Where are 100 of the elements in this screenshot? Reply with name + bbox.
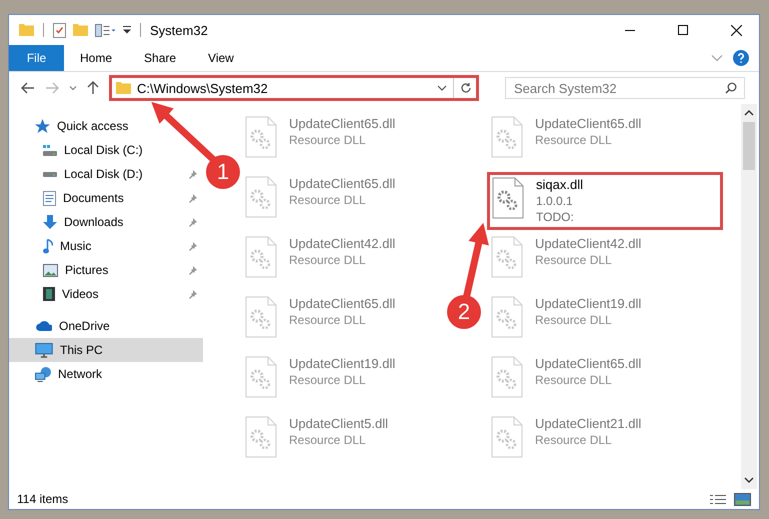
- ribbon-tab[interactable]: Share: [128, 45, 192, 71]
- file-name: UpdateClient19.dll: [289, 356, 396, 371]
- back-arrow-icon[interactable]: [21, 82, 35, 94]
- file-detail: Resource DLL: [289, 313, 367, 327]
- large-icons-view-icon[interactable]: [734, 492, 751, 506]
- dll-file-icon: [245, 116, 277, 158]
- file-detail: Resource DLL: [289, 433, 367, 447]
- item-count: 114 items: [17, 492, 68, 506]
- sidebar-item[interactable]: Documents: [9, 186, 124, 210]
- customize-icon[interactable]: [123, 26, 131, 34]
- scroll-up-icon[interactable]: [744, 110, 754, 116]
- computer-icon: [35, 342, 53, 358]
- scrollbar[interactable]: [741, 104, 757, 489]
- film-icon: [43, 287, 55, 301]
- sidebar-item[interactable]: OneDrive: [9, 314, 116, 338]
- pin-icon[interactable]: [188, 242, 197, 250]
- dll-file-icon: [245, 356, 277, 398]
- search-field[interactable]: Search System32: [505, 77, 745, 99]
- file-name: UpdateClient65.dll: [535, 116, 642, 131]
- file-item[interactable]: UpdateClient65.dll Resource DLL: [241, 292, 437, 350]
- dll-file-icon: [491, 356, 523, 398]
- file-name: UpdateClient5.dll: [289, 416, 388, 431]
- step-badge: 1: [206, 155, 240, 189]
- sidebar-item[interactable]: This PC: [9, 338, 203, 362]
- network-icon: [35, 366, 51, 382]
- dll-file-icon: [492, 177, 524, 219]
- star-icon: [35, 119, 50, 133]
- file-item[interactable]: UpdateClient65.dll Resource DLL: [487, 112, 683, 170]
- pin-icon[interactable]: [188, 170, 197, 178]
- pin-icon[interactable]: [188, 218, 197, 226]
- file-detail: Resource DLL: [535, 313, 613, 327]
- search-icon: [725, 82, 737, 94]
- chevron-down-icon[interactable]: [69, 86, 77, 90]
- close-icon: [730, 24, 742, 36]
- ribbon-tab[interactable]: Home: [64, 45, 128, 71]
- sidebar-item[interactable]: Downloads: [9, 210, 124, 234]
- folder-icon: [116, 82, 131, 94]
- sidebar-item[interactable]: Local Disk (C:): [9, 138, 143, 162]
- drive-icon: [43, 172, 57, 176]
- checklist-icon[interactable]: [53, 22, 66, 38]
- sidebar-item[interactable]: Quick access: [9, 114, 134, 138]
- address-bar[interactable]: C:\Windows\System32: [109, 75, 479, 101]
- cloud-icon: [35, 321, 52, 331]
- sidebar-item[interactable]: Music: [9, 234, 92, 258]
- refresh-icon[interactable]: [460, 82, 472, 94]
- file-item[interactable]: UpdateClient65.dll Resource DLL: [487, 352, 683, 410]
- file-name: UpdateClient65.dll: [289, 296, 396, 311]
- dll-file-icon: [491, 236, 523, 278]
- file-detail: Resource DLL: [535, 253, 613, 267]
- file-item[interactable]: UpdateClient21.dll Resource DLL: [487, 412, 683, 470]
- document-icon: [43, 190, 56, 206]
- dll-file-icon: [491, 116, 523, 158]
- maximize-icon: [678, 25, 688, 35]
- ribbon-tab[interactable]: View: [192, 45, 250, 71]
- dll-file-icon: [245, 236, 277, 278]
- sidebar-item[interactable]: Videos: [9, 282, 98, 306]
- file-name: UpdateClient42.dll: [289, 236, 396, 251]
- pin-icon[interactable]: [188, 194, 197, 202]
- drive-icon: [43, 144, 57, 156]
- sidebar-item[interactable]: Network: [9, 362, 108, 386]
- window-title: System32: [150, 22, 208, 38]
- file-item[interactable]: UpdateClient19.dll Resource DLL: [241, 352, 437, 410]
- file-item[interactable]: UpdateClient42.dll Resource DLL: [241, 232, 437, 290]
- properties-icon[interactable]: [95, 24, 116, 36]
- pin-icon[interactable]: [188, 290, 197, 298]
- file-name: UpdateClient21.dll: [535, 416, 642, 431]
- file-name: UpdateClient65.dll: [535, 356, 642, 371]
- file-item[interactable]: UpdateClient5.dll Resource DLL: [241, 412, 437, 470]
- file-name: siqax.dll: [536, 177, 583, 192]
- ribbon-tab[interactable]: File: [9, 45, 64, 71]
- file-name: UpdateClient65.dll: [289, 176, 396, 191]
- dll-file-icon: [491, 416, 523, 458]
- up-arrow-icon[interactable]: [87, 81, 99, 95]
- file-detail: Resource DLL: [289, 373, 367, 387]
- file-detail: Resource DLL: [535, 373, 613, 387]
- chevron-down-icon[interactable]: [437, 85, 447, 91]
- sidebar-item[interactable]: Pictures: [9, 258, 108, 282]
- step-badge: 2: [447, 295, 481, 329]
- download-arrow-icon: [43, 215, 57, 229]
- scroll-down-icon[interactable]: [744, 477, 754, 483]
- file-item[interactable]: UpdateClient65.dll Resource DLL: [241, 172, 437, 230]
- file-detail: Resource DLL: [535, 133, 613, 147]
- music-note-icon: [43, 238, 53, 254]
- file-detail: Resource DLL: [289, 253, 367, 267]
- file-detail: Resource DLL: [535, 433, 613, 447]
- file-name: UpdateClient65.dll: [289, 116, 396, 131]
- sidebar-item[interactable]: Local Disk (D:): [9, 162, 143, 186]
- help-icon[interactable]: [733, 50, 749, 66]
- file-item[interactable]: UpdateClient42.dll Resource DLL: [487, 232, 683, 290]
- file-name: UpdateClient19.dll: [535, 296, 642, 311]
- dll-file-icon: [245, 176, 277, 218]
- file-item[interactable]: siqax.dll 1.0.0.1 TODO:: [487, 172, 723, 230]
- details-view-icon[interactable]: [710, 494, 726, 504]
- file-name: UpdateClient42.dll: [535, 236, 642, 251]
- address-path: C:\Windows\System32: [137, 80, 268, 96]
- scroll-thumb[interactable]: [743, 122, 755, 170]
- file-item[interactable]: UpdateClient65.dll Resource DLL: [241, 112, 437, 170]
- file-item[interactable]: UpdateClient19.dll Resource DLL: [487, 292, 683, 350]
- dll-file-icon: [245, 296, 277, 338]
- pin-icon[interactable]: [188, 266, 197, 274]
